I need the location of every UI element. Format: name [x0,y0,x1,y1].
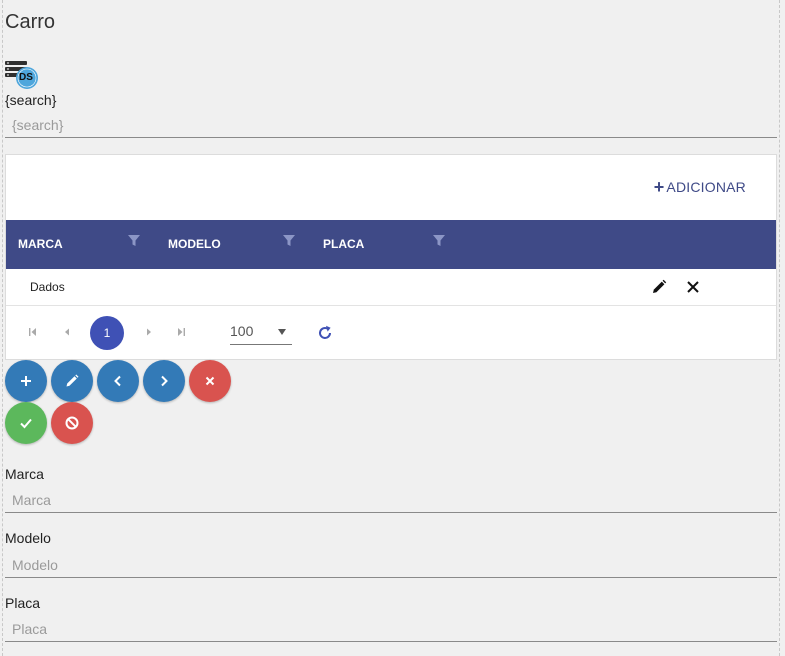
datasource-icon: DS [5,60,39,90]
refresh-icon[interactable] [316,324,334,342]
chevron-left-icon [114,375,121,387]
row-cell: Dados [30,280,65,294]
first-page-icon[interactable] [28,327,38,337]
page-number-current[interactable]: 1 [90,316,124,350]
next-page-icon[interactable] [144,327,154,337]
filter-icon[interactable] [128,235,140,247]
marca-input[interactable] [5,487,777,513]
add-button[interactable]: + ADICIONAR [653,177,746,197]
placa-label: Placa [5,595,41,611]
modelo-input[interactable] [5,552,777,578]
data-grid: + ADICIONAR MARCA MODELO PLACA Dados 1 1… [5,154,777,360]
grid-header: MARCA MODELO PLACA [6,220,776,269]
add-button-label: ADICIONAR [666,179,746,195]
previous-record-button[interactable] [97,360,139,402]
delete-row-icon[interactable] [686,280,700,294]
next-record-button[interactable] [143,360,185,402]
search-label: {search} [5,92,57,108]
plus-icon: + [653,177,665,197]
edit-row-icon[interactable] [651,279,667,295]
page-title: Carro [5,11,56,33]
column-header-modelo[interactable]: MODELO [168,237,221,251]
column-header-placa[interactable]: PLACA [323,237,364,251]
page-size-select[interactable]: 100 [230,319,292,345]
cancel-button[interactable] [51,402,93,444]
check-icon [20,418,32,429]
dropdown-arrow-icon [278,329,286,335]
delete-record-button[interactable] [189,360,231,402]
ban-icon [65,416,79,430]
save-button[interactable] [5,402,47,444]
modelo-label: Modelo [5,530,51,546]
add-record-button[interactable] [5,360,47,402]
placa-input[interactable] [5,616,777,642]
plus-icon [21,376,31,386]
filter-icon[interactable] [433,235,445,247]
page-size-value: 100 [230,323,254,339]
last-page-icon[interactable] [176,327,186,337]
column-header-marca[interactable]: MARCA [18,237,63,251]
edit-record-button[interactable] [51,360,93,402]
chevron-right-icon [161,375,168,387]
close-icon [205,376,215,386]
pencil-icon [66,374,79,387]
table-row[interactable]: Dados [6,269,776,306]
marca-label: Marca [5,466,44,482]
pagination: 1 100 [6,307,776,359]
datasource-badge: DS [19,72,33,83]
search-input[interactable] [5,112,777,138]
filter-icon[interactable] [283,235,295,247]
previous-page-icon[interactable] [62,327,72,337]
